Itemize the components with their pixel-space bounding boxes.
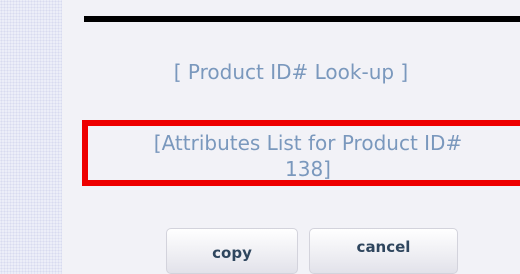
cancel-button[interactable]: cancel [309,228,458,274]
copy-button[interactable]: copy [166,228,298,274]
attributes-list-link[interactable]: [Attributes List for Product ID# 138] [96,130,520,182]
product-id-lookup-link[interactable]: [ Product ID# Look-up ] [62,60,520,84]
dotted-background-strip [0,0,62,274]
attributes-link-line2: 138] [285,157,331,181]
top-divider [84,16,520,22]
attributes-link-line1: [Attributes List for Product ID# [153,131,463,155]
